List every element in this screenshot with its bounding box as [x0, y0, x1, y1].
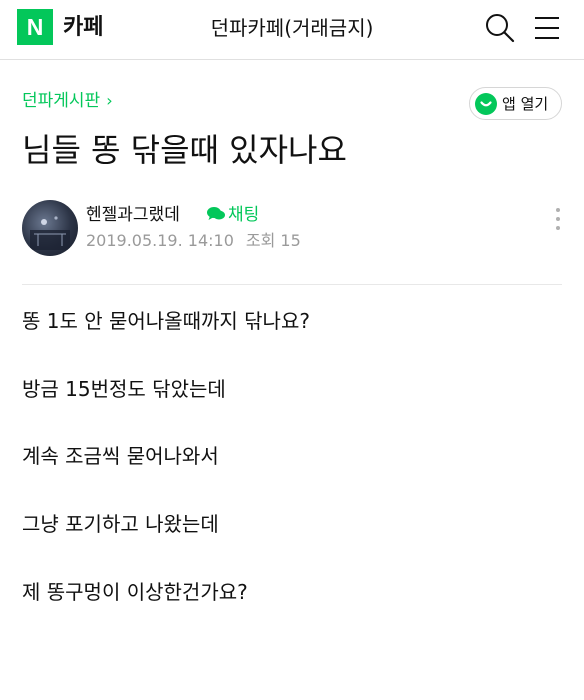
open-app-button[interactable]: 앱 열기: [469, 87, 562, 120]
post-body-line: 똥 1도 안 묻어나올때까지 닦나요?: [22, 309, 310, 333]
menu-icon: [535, 17, 559, 39]
board-name: 던파게시판: [22, 91, 101, 111]
chat-button[interactable]: 채팅: [206, 203, 259, 227]
view-count: 조회 15: [245, 231, 301, 250]
divider: [22, 284, 562, 285]
kebab-dot: [556, 226, 560, 230]
board-link[interactable]: 던파게시판 ›: [22, 89, 113, 113]
menu-button[interactable]: [532, 12, 562, 44]
more-options-button[interactable]: [551, 205, 565, 233]
top-bar: N 카페 던파카페(거래금지): [0, 0, 584, 60]
post-meta: 2019.05.19. 14:10 조회 15: [86, 230, 301, 252]
chevron-right-icon: ›: [106, 91, 113, 110]
author-name[interactable]: 헨젤과그랬데: [86, 203, 180, 227]
post-body-line: 제 똥구멍이 이상한건가요?: [22, 580, 248, 604]
post-body-line: 계속 조금씩 묻어나와서: [22, 444, 219, 468]
open-app-label: 앱 열기: [502, 95, 549, 113]
post-body-line: 그냥 포기하고 나왔는데: [22, 512, 219, 536]
kebab-dot: [556, 208, 560, 212]
post-body-line: 방금 15번정도 닦았는데: [22, 377, 226, 401]
chat-bubble-icon: [207, 207, 225, 220]
naver-app-icon: [475, 93, 497, 115]
search-button[interactable]: [484, 12, 516, 44]
search-icon: [486, 14, 515, 43]
post-date: 2019.05.19. 14:10: [86, 231, 234, 250]
chat-label: 채팅: [228, 205, 260, 225]
author-avatar[interactable]: [22, 200, 78, 256]
post-title: 님들 똥 닦을때 있자나요: [22, 131, 347, 169]
kebab-dot: [556, 217, 560, 221]
